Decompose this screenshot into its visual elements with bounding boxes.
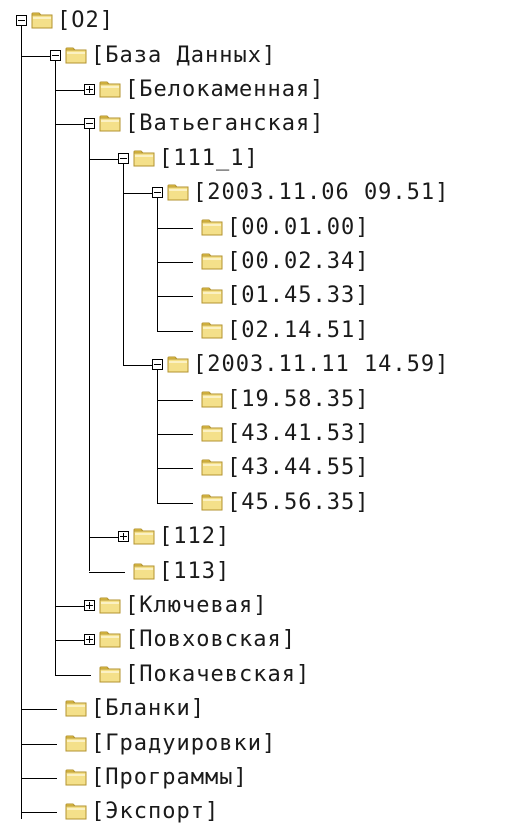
tree-node-2003-11-06-09-51[interactable]: [2003.11.06 09.51]: [0, 176, 528, 210]
tree-node-label[interactable]: [43.44.55]: [227, 451, 369, 485]
folder-icon: [201, 287, 223, 304]
folder-icon: [99, 597, 121, 614]
tree-node-бланки[interactable]: [Бланки]: [0, 692, 528, 726]
tree-node-label[interactable]: [01.45.33]: [227, 279, 369, 313]
folder-icon: [201, 322, 223, 339]
tree-node-label[interactable]: [43.41.53]: [227, 417, 369, 451]
tree-node-покачевская[interactable]: [Покачевская]: [0, 658, 528, 692]
tree-node-label[interactable]: [Ватьеганская]: [125, 107, 324, 141]
tree-node-label[interactable]: [02.14.51]: [227, 314, 369, 348]
collapse-toggle-icon[interactable]: [84, 118, 95, 129]
collapse-toggle-icon[interactable]: [152, 359, 163, 370]
tree-node-label[interactable]: [2003.11.06 09.51]: [193, 176, 449, 210]
tree-node-label[interactable]: [111_1]: [159, 142, 259, 176]
tree-node-label[interactable]: [Бланки]: [91, 692, 205, 726]
tree-node-label[interactable]: [Повховская]: [125, 623, 296, 657]
expand-toggle-icon[interactable]: [84, 600, 95, 611]
folder-icon: [99, 81, 121, 98]
folder-icon: [65, 769, 87, 786]
tree-node-43-41-53[interactable]: [43.41.53]: [0, 417, 528, 451]
tree-node-113[interactable]: [113]: [0, 555, 528, 589]
collapse-toggle-icon[interactable]: [16, 15, 27, 26]
tree-node-label[interactable]: [Белокаменная]: [125, 73, 324, 107]
tree-node-label[interactable]: [113]: [159, 555, 230, 589]
folder-icon: [201, 494, 223, 511]
tree-node-o2[interactable]: [O2]: [0, 4, 528, 38]
folder-icon: [201, 459, 223, 476]
tree-node-база-данных[interactable]: [База Данных]: [0, 39, 528, 73]
expand-toggle-icon[interactable]: [84, 84, 95, 95]
folder-icon: [99, 666, 121, 683]
tree-node-00-02-34[interactable]: [00.02.34]: [0, 245, 528, 279]
folder-icon: [65, 735, 87, 752]
tree-node-label[interactable]: [Покачевская]: [125, 658, 310, 692]
tree-node-01-45-33[interactable]: [01.45.33]: [0, 279, 528, 313]
tree-node-label[interactable]: [Программы]: [91, 761, 248, 795]
expand-toggle-icon[interactable]: [118, 531, 129, 542]
collapse-toggle-icon[interactable]: [152, 187, 163, 198]
folder-icon: [201, 253, 223, 270]
collapse-toggle-icon[interactable]: [50, 50, 61, 61]
tree-node-повховская[interactable]: [Повховская]: [0, 623, 528, 657]
folder-icon: [31, 12, 53, 29]
tree-node-label[interactable]: [00.01.00]: [227, 211, 369, 245]
tree-node-111-1[interactable]: [111_1]: [0, 142, 528, 176]
tree-node-19-58-35[interactable]: [19.58.35]: [0, 383, 528, 417]
tree-node-label[interactable]: [O2]: [57, 4, 114, 38]
tree-node-label[interactable]: [00.02.34]: [227, 245, 369, 279]
tree-node-112[interactable]: [112]: [0, 520, 528, 554]
tree-node-00-01-00[interactable]: [00.01.00]: [0, 211, 528, 245]
tree-node-label[interactable]: [База Данных]: [91, 39, 276, 73]
tree-node-label[interactable]: [Ключевая]: [125, 589, 267, 623]
tree-node-45-56-35[interactable]: [45.56.35]: [0, 486, 528, 520]
expand-toggle-icon[interactable]: [84, 634, 95, 645]
folder-icon: [65, 47, 87, 64]
folder-icon: [65, 700, 87, 717]
folder-icon: [167, 184, 189, 201]
tree-node-43-44-55[interactable]: [43.44.55]: [0, 451, 528, 485]
folder-icon: [133, 150, 155, 167]
tree-node-label[interactable]: [19.58.35]: [227, 383, 369, 417]
tree-node-label[interactable]: [Градуировки]: [91, 727, 276, 761]
tree-node-02-14-51[interactable]: [02.14.51]: [0, 314, 528, 348]
tree-node-ключевая[interactable]: [Ключевая]: [0, 589, 528, 623]
folder-icon: [65, 803, 87, 820]
folder-icon: [167, 356, 189, 373]
folder-icon: [133, 563, 155, 580]
folder-icon: [201, 391, 223, 408]
tree-node-label[interactable]: [2003.11.11 14.59]: [193, 348, 449, 382]
folder-icon: [99, 115, 121, 132]
tree-node-белокаменная[interactable]: [Белокаменная]: [0, 73, 528, 107]
folder-icon: [99, 631, 121, 648]
tree-node-программы[interactable]: [Программы]: [0, 761, 528, 795]
tree-node-экспорт[interactable]: [Экспорт]: [0, 795, 528, 829]
tree-node-label[interactable]: [45.56.35]: [227, 486, 369, 520]
tree-node-label[interactable]: [112]: [159, 520, 230, 554]
tree-node-label[interactable]: [Экспорт]: [91, 795, 219, 829]
folder-icon: [201, 425, 223, 442]
tree-node-градуировки[interactable]: [Градуировки]: [0, 727, 528, 761]
folder-icon: [201, 219, 223, 236]
collapse-toggle-icon[interactable]: [118, 153, 129, 164]
folder-tree: [O2] [База Данных] [Белокаменная] [Ватьеган…: [0, 0, 528, 824]
folder-icon: [133, 528, 155, 545]
tree-node-ватьеганская[interactable]: [Ватьеганская]: [0, 107, 528, 141]
tree-node-2003-11-11-14-59[interactable]: [2003.11.11 14.59]: [0, 348, 528, 382]
